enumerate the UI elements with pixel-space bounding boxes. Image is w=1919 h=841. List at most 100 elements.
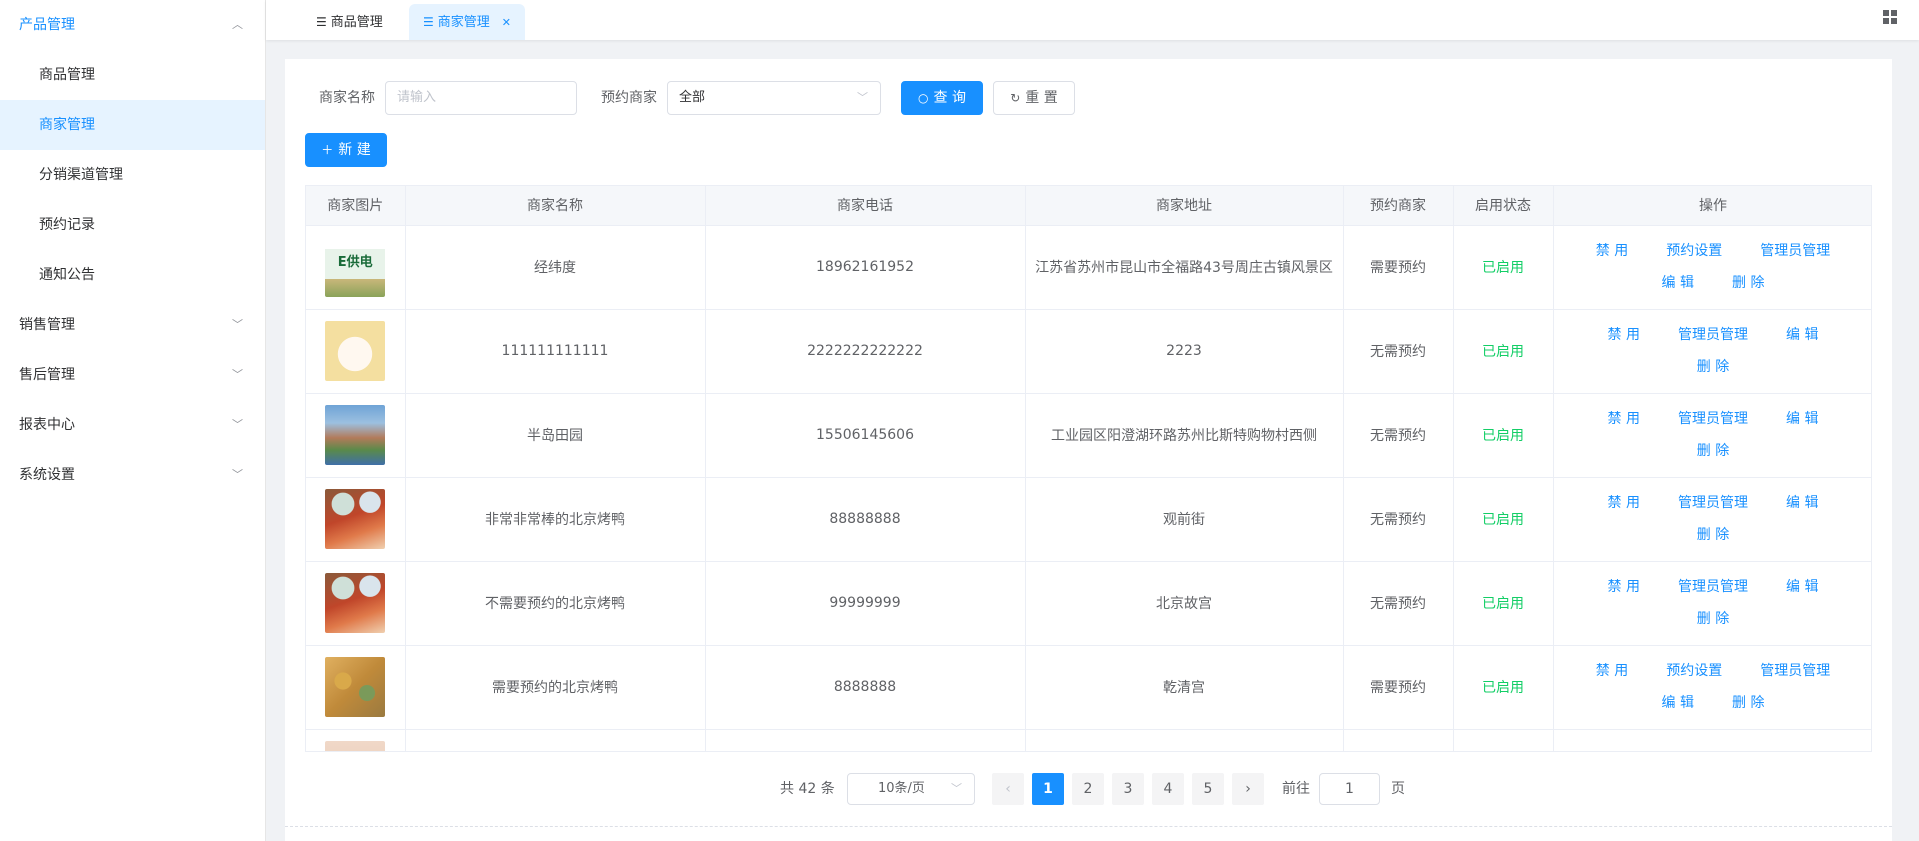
action-link[interactable]: 删 除 (1697, 603, 1729, 635)
page-size-value: 10条/页 (878, 781, 925, 796)
action-link[interactable]: 预约设置 (1666, 235, 1722, 267)
merchant-phone-cell: 99999999 (705, 561, 1026, 646)
merchant-phone-cell: 18962161952 (705, 225, 1026, 310)
page-size-select[interactable]: 10条/页 ﹀ (847, 773, 975, 805)
booking-select[interactable]: 全部 ﹀ (667, 81, 881, 115)
action-link[interactable]: 禁 用 (1608, 571, 1640, 603)
sidebar-item-goods[interactable]: 商品管理 (0, 50, 265, 100)
chevron-down-icon: ﹀ (232, 368, 243, 381)
action-link[interactable]: 管理员管理 (1760, 235, 1830, 267)
pagination-total: 共 42 条 (780, 781, 835, 797)
merchant-booking-cell: 无需预约 (1343, 393, 1454, 478)
action-link[interactable]: 编 辑 (1786, 403, 1818, 435)
sidebar-item-bookings[interactable]: 预约记录 (0, 200, 265, 250)
action-link[interactable]: 编 辑 (1662, 267, 1694, 299)
action-link[interactable]: 编 辑 (1662, 687, 1694, 719)
page-button-3[interactable]: 3 (1112, 773, 1144, 805)
merchant-image[interactable] (325, 573, 386, 633)
merchant-image-cell (306, 477, 406, 562)
actions-cell: 禁 用 管理员管理 编 辑删 除 (1553, 561, 1871, 646)
sidebar-item-channels[interactable]: 分销渠道管理 (0, 150, 265, 200)
action-link[interactable]: 编 辑 (1786, 319, 1818, 351)
col-header-phone: 商家电话 (705, 186, 1026, 226)
chevron-up-icon: ︿ (232, 18, 243, 31)
next-page-button[interactable]: › (1232, 773, 1264, 805)
action-link[interactable]: 删 除 (1732, 267, 1764, 299)
actions-cell: 禁 用 管理员管理 编 辑删 除 (1553, 393, 1871, 478)
menu-sales[interactable]: 销售管理 ﹀ (0, 300, 265, 350)
menu-product[interactable]: 产品管理 ︿ (0, 0, 265, 50)
col-header-actions: 操作 (1553, 186, 1871, 226)
merchant-image[interactable]: E供电 (325, 237, 386, 297)
menu-reports[interactable]: 报表中心 ﹀ (0, 400, 265, 450)
close-icon[interactable]: ✕ (502, 16, 511, 29)
merchant-address-cell: 江苏省苏州市昆山市全福路43号周庄古镇风景区 (1025, 225, 1344, 310)
menu-settings-label: 系统设置 (19, 467, 75, 483)
table-row: 不需要预约的北京烤鸭 99999999 北京故宫 无需预约 已启用 禁 用 管理员管理 编 辑… (306, 561, 1871, 646)
action-link[interactable]: 禁 用 (1596, 655, 1628, 687)
action-link[interactable]: 删 除 (1697, 351, 1729, 383)
action-link[interactable]: 管理员管理 (1678, 571, 1748, 603)
merchant-image-text: E供电 (337, 255, 373, 270)
goto-page-suffix: 页 (1391, 781, 1405, 797)
merchant-image[interactable] (325, 657, 386, 717)
menu-aftersales-label: 售后管理 (19, 367, 75, 383)
table-row: E供电 经纬度 18962161952 江苏省苏州市昆山市全福路43号周庄古镇风景区需… (306, 225, 1871, 310)
sidebar-item-notices[interactable]: 通知公告 (0, 250, 265, 300)
action-link[interactable]: 编 辑 (1786, 487, 1818, 519)
action-link[interactable]: 管理员管理 (1678, 319, 1748, 351)
reset-button[interactable]: ↻ 重 置 (993, 81, 1075, 115)
actions-cell: 禁 用 管理员管理 编 辑删 除 (1553, 309, 1871, 394)
action-link[interactable]: 管理员管理 (1678, 403, 1748, 435)
merchant-name-input[interactable]: 请输入 (385, 81, 577, 115)
merchant-image[interactable] (325, 321, 386, 381)
action-link[interactable]: 禁 用 (1608, 319, 1640, 351)
booking-select-value: 全部 (679, 90, 706, 105)
action-link[interactable]: 禁 用 (1608, 487, 1640, 519)
table-row: 需要预约的北京烤鸭 8888888 乾清宫 需要预约 已启用 禁 用 预约设置 管理员管理编 … (306, 645, 1871, 730)
page-button-1[interactable]: 1 (1032, 773, 1064, 805)
status-badge: 已启用 (1453, 225, 1554, 310)
status-badge: 已启用 (1453, 561, 1554, 646)
action-link[interactable]: 删 除 (1697, 435, 1729, 467)
tab-bar: ☰ 商品管理 ☰ 商家管理 ✕ (266, 0, 1919, 40)
action-link[interactable]: 删 除 (1697, 519, 1729, 551)
actions-cell: 禁 用 管理员管理 编 辑删 除 (1553, 477, 1871, 562)
action-link[interactable]: 管理员管理 (1678, 487, 1748, 519)
merchant-image[interactable] (325, 489, 386, 549)
menu-settings[interactable]: 系统设置 ﹀ (0, 450, 265, 500)
merchant-address-cell: 工业园区阳澄湖环路苏州比斯特购物村西侧 (1025, 393, 1344, 478)
merchant-image[interactable] (325, 405, 386, 465)
search-icon: ○ (918, 91, 929, 105)
new-button-label: 新 建 (338, 142, 371, 158)
action-link[interactable]: 禁 用 (1596, 235, 1628, 267)
merchant-image-cell: E供电 (306, 225, 406, 310)
pagination: 共 42 条 10条/页 ﹀ ‹ 1 2 3 4 5 › 前往 1 页 (285, 773, 1892, 805)
page-button-5[interactable]: 5 (1192, 773, 1224, 805)
action-link[interactable]: 编 辑 (1786, 571, 1818, 603)
new-button[interactable]: ＋ 新 建 (305, 133, 387, 167)
tab-goods[interactable]: ☰ 商品管理 (302, 4, 397, 40)
tab-merchants[interactable]: ☰ 商家管理 ✕ (409, 4, 525, 40)
action-link[interactable]: 删 除 (1732, 687, 1764, 719)
goto-page-input[interactable]: 1 (1319, 773, 1380, 805)
merchant-phone-cell (705, 729, 1026, 751)
col-header-image: 商家图片 (306, 186, 406, 226)
grid-icon[interactable] (1883, 10, 1897, 24)
page-button-4[interactable]: 4 (1152, 773, 1184, 805)
action-link[interactable]: 管理员管理 (1760, 655, 1830, 687)
tab-merchants-label: 商家管理 (437, 15, 490, 30)
merchant-address-cell: 2223 (1025, 309, 1344, 394)
merchant-phone-cell: 2222222222222 (705, 309, 1026, 394)
sidebar-item-merchants[interactable]: 商家管理 (0, 100, 265, 150)
merchant-image[interactable] (325, 741, 386, 751)
action-link[interactable]: 预约设置 (1666, 655, 1722, 687)
menu-aftersales[interactable]: 售后管理 ﹀ (0, 350, 265, 400)
page-button-2[interactable]: 2 (1072, 773, 1104, 805)
actions-cell: 禁 用 预约设置 管理员管理编 辑 删 除 (1553, 225, 1871, 310)
query-button[interactable]: ○ 查 询 (901, 81, 983, 115)
prev-page-button[interactable]: ‹ (992, 773, 1024, 805)
tab-goods-label: 商品管理 (330, 15, 383, 30)
status-badge (1453, 729, 1554, 751)
action-link[interactable]: 禁 用 (1608, 403, 1640, 435)
